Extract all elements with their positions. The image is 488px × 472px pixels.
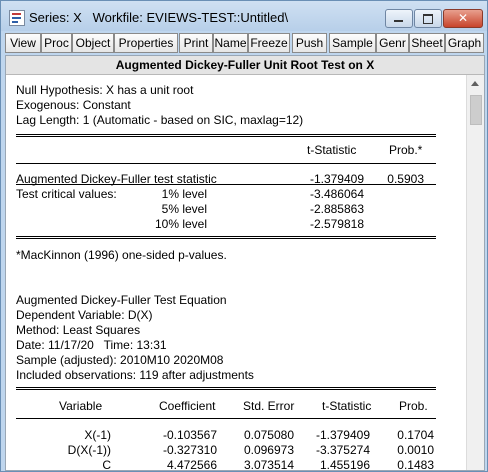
freeze-button[interactable]: Freeze	[248, 33, 290, 53]
adf-prob: 0.5903	[387, 172, 424, 186]
reg-row-tstat: -3.375274	[315, 443, 370, 457]
reg-header-std-error: Std. Error	[243, 399, 295, 413]
graph-button[interactable]: Graph	[445, 33, 484, 53]
divider	[16, 163, 436, 164]
title-bar[interactable]: Series: X Workfile: EVIEWS-TEST::Untitle…	[1, 1, 487, 31]
date-time: Date: 11/17/20 Time: 13:31	[16, 338, 167, 352]
reg-row-tstat: -1.379409	[315, 428, 370, 442]
reg-row-variable: D(X(-1))	[67, 443, 111, 457]
toolbar: View Proc Object Properties Print Name F…	[5, 33, 484, 53]
critical-level-1: 1% level	[161, 187, 207, 201]
genr-button[interactable]: Genr	[376, 33, 409, 53]
maximize-button[interactable]	[414, 9, 442, 28]
exogenous: Exogenous: Constant	[16, 98, 131, 112]
mackinnon-footnote: *MacKinnon (1996) one-sided p-values.	[16, 248, 227, 262]
maximize-icon	[423, 14, 433, 24]
method: Method: Least Squares	[16, 323, 141, 337]
null-hypothesis: Null Hypothesis: X has a unit root	[16, 83, 194, 97]
output-pane[interactable]: Augmented Dickey-Fuller Unit Root Test o…	[5, 55, 485, 472]
reg-header-prob: Prob.	[399, 399, 428, 413]
close-icon: ✕	[457, 11, 469, 25]
included-observations: Included observations: 119 after adjustm…	[16, 368, 254, 382]
sample-range: Sample (adjusted): 2010M10 2020M08	[16, 353, 224, 367]
close-button[interactable]: ✕	[443, 9, 483, 28]
properties-button[interactable]: Properties	[114, 33, 178, 53]
reg-row-tstat: 1.455196	[319, 458, 370, 472]
reg-row-coefficient: 4.472566	[166, 458, 217, 472]
print-button[interactable]: Print	[179, 33, 213, 53]
vertical-scrollbar[interactable]	[466, 75, 484, 470]
reg-row-std-error: 0.096973	[243, 443, 294, 457]
col-tstat-header: t-Statistic	[307, 143, 357, 157]
reg-row-variable: X(-1)	[84, 428, 111, 442]
divider	[16, 134, 436, 135]
adf-tstat: -1.379409	[309, 172, 364, 186]
divider	[16, 418, 436, 419]
sheet-button[interactable]: Sheet	[409, 33, 445, 53]
scroll-up-icon[interactable]	[471, 81, 479, 86]
critical-level-10: 10% level	[154, 217, 207, 231]
series-window: Series: X Workfile: EVIEWS-TEST::Untitle…	[0, 0, 488, 472]
name-button[interactable]: Name	[213, 33, 248, 53]
object-button[interactable]: Object	[72, 33, 114, 53]
proc-button[interactable]: Proc	[41, 33, 72, 53]
push-button[interactable]: Push	[292, 33, 327, 53]
series-icon	[9, 10, 25, 26]
divider	[16, 238, 436, 239]
reg-header-coefficient: Coefficient	[159, 399, 216, 413]
reg-header-variable: Variable	[59, 399, 103, 413]
lag-length: Lag Length: 1 (Automatic - based on SIC,…	[16, 113, 304, 127]
sample-button[interactable]: Sample	[329, 33, 376, 53]
reg-row-std-error: 3.073514	[243, 458, 294, 472]
window-title: Series: X Workfile: EVIEWS-TEST::Untitle…	[29, 10, 289, 25]
minimize-button[interactable]	[385, 9, 413, 28]
reg-header-tstat: t-Statistic	[322, 399, 372, 413]
equation-title: Augmented Dickey-Fuller Test Equation	[16, 293, 227, 307]
col-prob-header: Prob.*	[389, 143, 423, 157]
divider	[16, 136, 436, 137]
reg-row-coefficient: -0.103567	[162, 428, 217, 442]
reg-row-coefficient: -0.327310	[162, 443, 217, 457]
output-header: Augmented Dickey-Fuller Unit Root Test o…	[6, 56, 484, 75]
divider	[16, 387, 436, 388]
critical-value-1: -3.486064	[309, 187, 364, 201]
critical-value-5: -2.885863	[309, 202, 364, 216]
reg-row-prob: 0.1483	[397, 458, 434, 472]
divider	[16, 236, 436, 237]
critical-level-5: 5% level	[161, 202, 207, 216]
minimize-icon	[394, 20, 403, 22]
reg-row-prob: 0.1704	[397, 428, 434, 442]
reg-row-prob: 0.0010	[397, 443, 434, 457]
dependent-variable: Dependent Variable: D(X)	[16, 308, 153, 322]
divider	[16, 389, 436, 390]
scroll-thumb[interactable]	[470, 95, 482, 125]
reg-row-std-error: 0.075080	[243, 428, 294, 442]
reg-row-variable: C	[102, 458, 111, 472]
critical-values-label: Test critical values:	[16, 187, 117, 201]
critical-value-10: -2.579818	[309, 217, 364, 231]
view-button[interactable]: View	[5, 33, 41, 53]
